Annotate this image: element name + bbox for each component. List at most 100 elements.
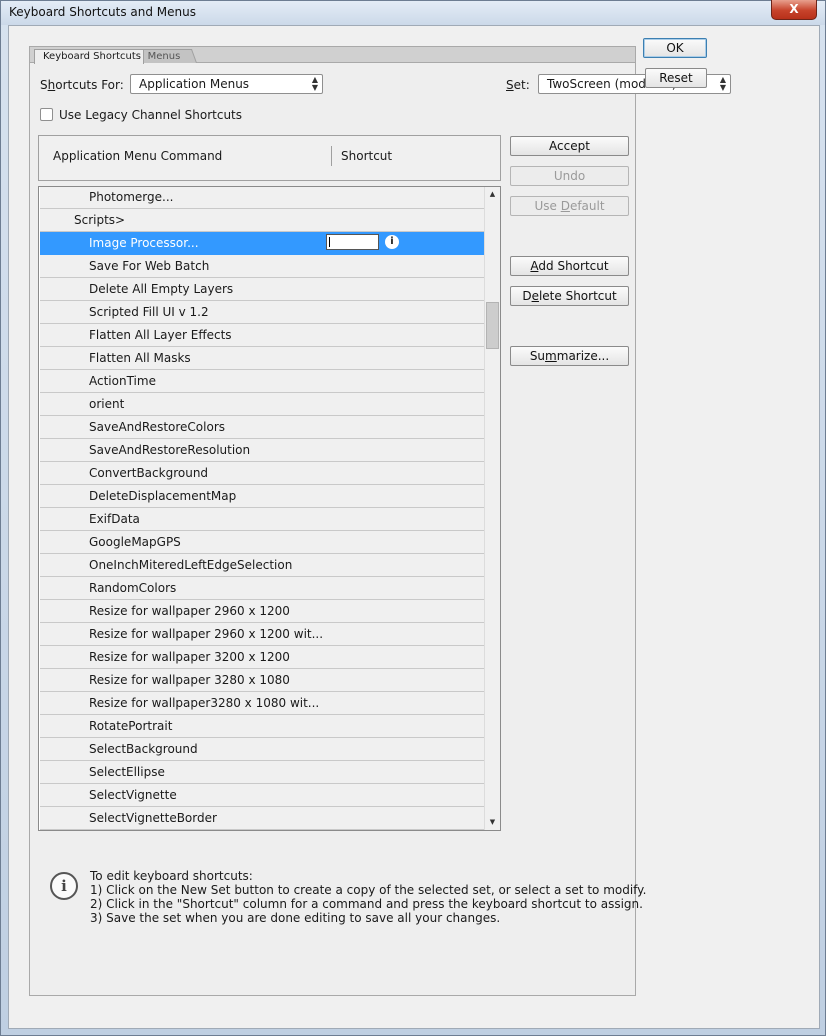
table-row[interactable]: Resize for wallpaper3280 x 1080 wit... [40,692,484,715]
table-row[interactable]: SelectVignette [40,784,484,807]
tab-menus[interactable]: Menus [135,49,197,63]
window-title: Keyboard Shortcuts and Menus [9,5,196,19]
tab-menus-label: Menus [147,51,181,62]
command-label: Delete All Empty Layers [89,282,234,296]
table-row[interactable]: Resize for wallpaper 2960 x 1200 [40,600,484,623]
command-label: GoogleMapGPS [89,535,181,549]
command-label: SaveAndRestoreColors [89,420,226,434]
title-bar[interactable]: Keyboard Shortcuts and Menus X [1,0,825,25]
info-icon: i [50,872,78,900]
use-default-label-accel: D [560,199,570,213]
summarize-label-b: marize... [556,349,610,363]
command-label: Scripted Fill UI v 1.2 [89,305,209,319]
command-label: SaveAndRestoreResolution [89,443,251,457]
table-row[interactable]: ConvertBackground [40,462,484,485]
tab-strip: Menus Keyboard Shortcuts [30,47,635,64]
command-label: ExifData [89,512,140,526]
list-group-row[interactable]: Scripts> [40,209,484,232]
table-row[interactable]: Resize for wallpaper 3200 x 1200 [40,646,484,669]
delete-shortcut-button[interactable]: Delete Shortcut [510,286,629,306]
shortcuts-for-label: Shortcuts For: [40,78,124,92]
table-row[interactable]: ExifData [40,508,484,531]
accept-button[interactable]: Accept [510,136,629,156]
summarize-button[interactable]: Summarize... [510,346,629,366]
table-row[interactable]: Flatten All Masks [40,347,484,370]
help-text: To edit keyboard shortcuts: 1) Click on t… [90,869,646,925]
command-label: Flatten All Masks [89,351,191,365]
delete-shortcut-label-b: lete Shortcut [538,289,617,303]
dropdown-updown-icon: ▲ ▼ [311,75,318,92]
legacy-channel-label: Use Legacy Channel Shortcuts [59,108,243,122]
command-label: Resize for wallpaper 3200 x 1200 [89,650,290,664]
summarize-label-accel: m [545,349,557,363]
command-label: orient [89,397,125,411]
table-row[interactable]: GoogleMapGPS [40,531,484,554]
table-row[interactable]: Resize for wallpaper 3280 x 1080 [40,669,484,692]
table-row[interactable]: Image Processor... i [40,232,484,255]
table-row[interactable]: Flatten All Layer Effects [40,324,484,347]
command-label: DeleteDisplacementMap [89,489,237,503]
table-row[interactable]: SelectBackground [40,738,484,761]
dialog-window: Keyboard Shortcuts and Menus X OK Reset … [0,0,826,1036]
command-label: Image Processor... [89,236,199,250]
command-label: Resize for wallpaper 2960 x 1200 [89,604,290,618]
table-row[interactable]: RotatePortrait [40,715,484,738]
column-header-shortcut[interactable]: Shortcut [341,149,392,163]
add-shortcut-label: dd Shortcut [538,259,609,273]
table-row[interactable]: SelectVignetteBorder [40,807,484,830]
command-label: ActionTime [89,374,156,388]
legacy-channel-checkbox[interactable] [40,108,53,121]
help-line: 3) Save the set when you are done editin… [90,911,501,925]
table-row[interactable]: ActionTime [40,370,484,393]
table-row[interactable]: SelectEllipse [40,761,484,784]
dropdown-updown-icon: ▲ ▼ [719,75,726,92]
command-label: Resize for wallpaper 3280 x 1080 [89,673,290,687]
dialog-client: OK Reset Menus Keyboard Shortcuts Shortc… [8,25,820,1029]
scroll-up-icon[interactable]: ▲ [485,187,500,202]
table-row[interactable]: Save For Web Batch [40,255,484,278]
command-label: Flatten All Layer Effects [89,328,232,342]
reset-button[interactable]: Reset [645,68,707,88]
command-label: RandomColors [89,581,177,595]
close-button[interactable]: X [771,0,817,20]
delete-shortcut-label-accel: e [531,289,539,303]
shortcuts-for-label-b: ortcuts For: [55,78,124,92]
table-row[interactable]: Resize for wallpaper 2960 x 1200 wit... [40,623,484,646]
list-scrollbar[interactable]: ▲ ▼ [484,187,500,830]
table-row[interactable]: SaveAndRestoreResolution [40,439,484,462]
scroll-down-icon[interactable]: ▼ [485,815,500,830]
set-label: Set: [506,78,530,92]
use-default-button[interactable]: Use Default [510,196,629,216]
add-shortcut-button[interactable]: Add Shortcut [510,256,629,276]
shortcuts-for-value: Application Menus [139,77,250,91]
table-row[interactable]: SaveAndRestoreColors [40,416,484,439]
table-row[interactable]: Delete All Empty Layers [40,278,484,301]
column-header-command[interactable]: Application Menu Command [53,149,222,163]
shortcuts-for-label-a: S [40,78,48,92]
info-icon[interactable]: i [385,235,399,249]
command-label: OneInchMiteredLeftEdgeSelection [89,558,293,572]
command-label: SelectBackground [89,742,198,756]
command-label: ConvertBackground [89,466,209,480]
command-label: SelectVignette [89,788,177,802]
delete-shortcut-label-a: D [522,289,532,303]
shortcut-input[interactable] [326,234,379,250]
command-label: Resize for wallpaper 2960 x 1200 wit... [89,627,324,641]
command-label: Photomerge... [89,190,174,204]
ok-button[interactable]: OK [643,38,707,58]
table-row[interactable]: DeleteDisplacementMap [40,485,484,508]
undo-button[interactable]: Undo [510,166,629,186]
table-row[interactable]: RandomColors [40,577,484,600]
table-row[interactable]: Scripted Fill UI v 1.2 [40,301,484,324]
table-row[interactable]: OneInchMiteredLeftEdgeSelection [40,554,484,577]
column-divider[interactable] [331,146,332,166]
command-label: Save For Web Batch [89,259,210,273]
tab-keyboard-shortcuts[interactable]: Keyboard Shortcuts [34,49,144,64]
table-row[interactable]: Photomerge... [40,187,484,209]
command-list[interactable]: Photomerge... Scripts> Image Processor... i… [38,186,501,831]
scroll-thumb[interactable] [486,302,499,349]
shortcuts-for-dropdown[interactable]: Application Menus ▲ ▼ [130,74,323,94]
command-label: Resize for wallpaper3280 x 1080 wit... [89,696,320,710]
help-line: 2) Click in the "Shortcut" column for a … [90,897,643,911]
table-row[interactable]: orient [40,393,484,416]
